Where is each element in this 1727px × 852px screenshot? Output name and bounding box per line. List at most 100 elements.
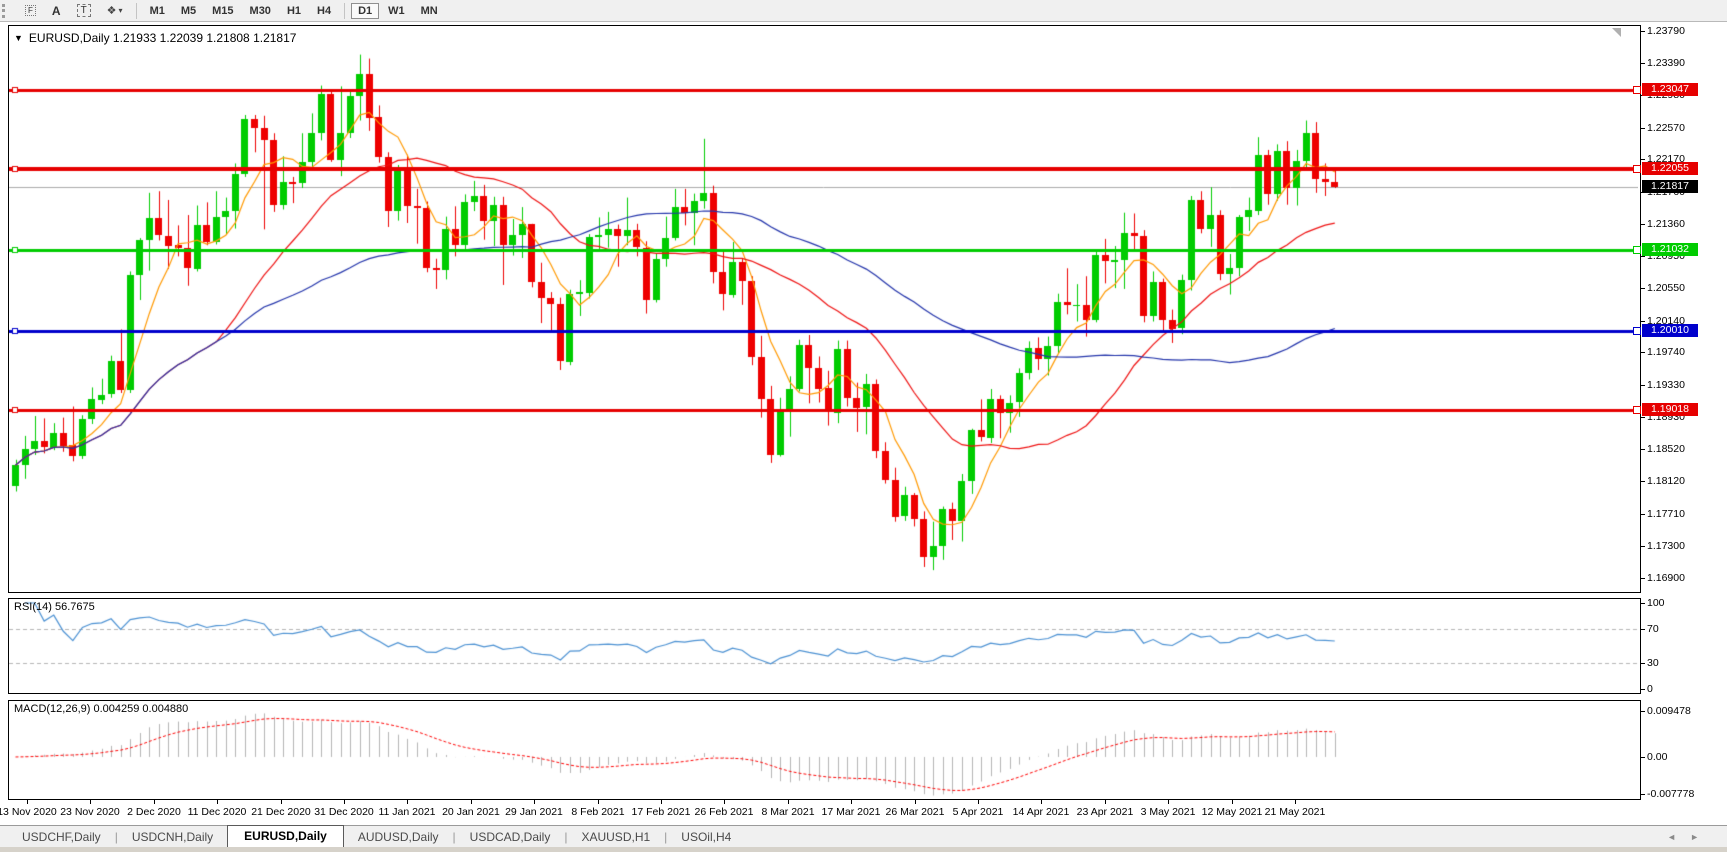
rsi-canvas[interactable]	[9, 599, 1638, 691]
price-tick-label: 1.18120	[1647, 475, 1685, 487]
rsi-label: RSI(14) 56.7675	[14, 601, 95, 613]
top-toolbar: F A T ❖ ▾ M1 M5 M15 M30 H1 H4 D1 W1 MN	[0, 0, 1727, 22]
rsi-tick-mark	[1640, 689, 1645, 690]
rsi-panel[interactable]	[8, 598, 1641, 694]
line-drag-handle[interactable]	[1633, 327, 1641, 335]
price-tick-mark	[1640, 481, 1645, 482]
dropdown-caret-icon: ▾	[118, 6, 123, 15]
text-box-glyph: T	[76, 4, 91, 17]
macd-label: MACD(12,26,9) 0.004259 0.004880	[14, 703, 189, 715]
line-price-label[interactable]: 1.23047	[1642, 83, 1698, 96]
chart-shift-marker-icon[interactable]	[1612, 28, 1621, 37]
line-drag-handle[interactable]	[1633, 246, 1641, 254]
price-tick-label: 1.21360	[1647, 218, 1685, 230]
tab-eurusd-daily[interactable]: EURUSD,Daily	[227, 825, 344, 848]
text-box-icon[interactable]: T	[71, 3, 97, 18]
line-price-label[interactable]: 1.19018	[1642, 403, 1698, 416]
price-tick-label: 1.18520	[1647, 443, 1685, 455]
price-tick-label: 1.17710	[1647, 508, 1685, 520]
price-tick-mark	[1640, 352, 1645, 353]
timeframe-button-m1[interactable]: M1	[143, 3, 172, 19]
tab-usdcad-daily[interactable]: USDCAD,Daily	[456, 827, 565, 848]
price-tick-label: 1.20550	[1647, 282, 1685, 294]
tab-usdchf-daily[interactable]: USDCHF,Daily	[8, 827, 115, 848]
timeframe-button-h1[interactable]: H1	[280, 3, 308, 19]
tab-usdcnh-daily[interactable]: USDCNH,Daily	[118, 827, 227, 848]
chart-title-text: EURUSD,Daily 1.21933 1.22039 1.21808 1.2…	[28, 31, 297, 45]
line-price-label[interactable]: 1.21032	[1642, 243, 1698, 256]
line-price-label[interactable]: 1.21817	[1642, 180, 1698, 193]
date-tick-mark	[281, 800, 282, 804]
date-tick-mark	[27, 800, 28, 804]
timeframe-button-m30[interactable]: M30	[243, 3, 278, 19]
price-tick-mark	[1640, 288, 1645, 289]
price-tick-mark	[1640, 546, 1645, 547]
price-chart-canvas[interactable]	[9, 26, 1638, 590]
price-tick-mark	[1640, 449, 1645, 450]
price-tick-label: 1.23390	[1647, 57, 1685, 69]
timeframe-button-w1[interactable]: W1	[381, 3, 412, 19]
tabs-scroll-left-icon[interactable]: ◄	[1667, 832, 1676, 842]
macd-tick-label: 0.00	[1647, 751, 1668, 763]
macd-canvas[interactable]	[9, 701, 1638, 797]
label-a-glyph: A	[51, 3, 61, 18]
rsi-tick-mark	[1640, 629, 1645, 630]
line-drag-handle[interactable]	[1633, 165, 1641, 173]
date-tick-mark	[915, 800, 916, 804]
price-tick-mark	[1640, 63, 1645, 64]
toolbar-separator	[344, 2, 346, 19]
rsi-tick-label: 30	[1647, 657, 1659, 669]
macd-panel[interactable]	[8, 700, 1641, 800]
rsi-tick-mark	[1640, 603, 1645, 604]
timeframe-button-h4[interactable]: H4	[310, 3, 338, 19]
line-price-label[interactable]: 1.22055	[1642, 162, 1698, 175]
rsi-tick-label: 100	[1647, 597, 1665, 609]
date-label: 21 May 2021	[1264, 806, 1326, 818]
line-price-label[interactable]: 1.20010	[1642, 324, 1698, 337]
date-tick-mark	[978, 800, 979, 804]
price-tick-label: 1.23790	[1647, 25, 1685, 37]
status-strip	[0, 847, 1727, 852]
tabs-scroll-right-icon[interactable]: ►	[1690, 832, 1699, 842]
toolbar-separator	[135, 2, 137, 19]
date-tick-mark	[90, 800, 91, 804]
price-tick-label: 1.16900	[1647, 572, 1685, 584]
price-tick-label: 1.19330	[1647, 379, 1685, 391]
tab-audusd-daily[interactable]: AUDUSD,Daily	[344, 827, 453, 848]
grid-f-icon[interactable]: F	[19, 4, 42, 17]
label-a-icon[interactable]: A	[46, 3, 67, 19]
date-tick-mark	[724, 800, 725, 804]
arrow-styles-icon[interactable]: ❖ ▾	[101, 3, 129, 18]
line-drag-handle[interactable]	[1633, 406, 1641, 414]
timeframe-button-d1[interactable]: D1	[351, 2, 380, 19]
timeframe-toolbar: M1 M5 M15 M30 H1 H4 D1 W1 MN	[142, 2, 446, 19]
arrow-styles-glyph: ❖	[106, 5, 117, 17]
date-tick-mark	[851, 800, 852, 804]
macd-tick-mark	[1640, 711, 1645, 712]
tab-xauusd-h1[interactable]: XAUUSD,H1	[567, 827, 664, 848]
toolbar-grip[interactable]	[2, 3, 13, 18]
line-drag-handle[interactable]	[1633, 86, 1641, 94]
tab-scroll-buttons: ◄ ►	[1667, 832, 1727, 848]
date-tick-mark	[1232, 800, 1233, 804]
timeframe-button-m15[interactable]: M15	[205, 3, 240, 19]
price-tick-mark	[1640, 159, 1645, 160]
date-tick-mark	[534, 800, 535, 804]
price-tick-mark	[1640, 578, 1645, 579]
price-tick-label: 1.19740	[1647, 346, 1685, 358]
collapse-triangle-icon[interactable]: ▼	[14, 33, 23, 43]
date-tick-mark	[344, 800, 345, 804]
price-tick-mark	[1640, 31, 1645, 32]
rsi-tick-label: 0	[1647, 683, 1653, 695]
date-tick-mark	[1168, 800, 1169, 804]
price-chart-panel[interactable]	[8, 25, 1641, 593]
rsi-tick-mark	[1640, 663, 1645, 664]
price-tick-mark	[1640, 417, 1645, 418]
tab-usoil-h4[interactable]: USOil,H4	[667, 827, 745, 848]
price-tick-label: 1.17300	[1647, 540, 1685, 552]
date-tick-mark	[407, 800, 408, 804]
timeframe-button-m5[interactable]: M5	[174, 3, 203, 19]
timeframe-button-mn[interactable]: MN	[414, 3, 445, 19]
symbol-tab-bar: USDCHF,Daily | USDCNH,Daily EURUSD,Daily AUD…	[0, 825, 1727, 848]
trading-terminal: F A T ❖ ▾ M1 M5 M15 M30 H1 H4 D1 W1 MN ▼ EURUSD,…	[0, 0, 1727, 852]
